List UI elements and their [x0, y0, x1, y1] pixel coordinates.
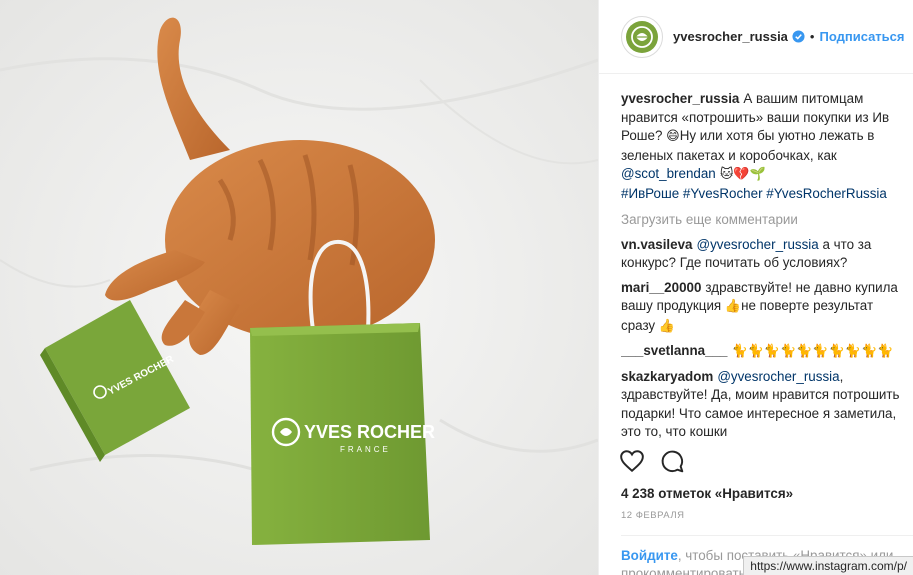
post-date[interactable]: 12 ФЕВРАЛЯ — [621, 510, 684, 521]
thumbs-up-emoji: 👍 — [724, 299, 742, 314]
post-side-panel: yvesrocher_russia • Подписаться yvesroch… — [598, 0, 913, 575]
shopping-bag: YVES ROCHER FRANCE — [250, 323, 435, 545]
caption-hashtags[interactable]: #ИвРоше #YvesRocher #YvesRocherRussia — [621, 186, 887, 201]
comments-list[interactable]: yvesrocher_russia А вашим питомцам нравит… — [621, 90, 903, 440]
heart-icon[interactable] — [619, 448, 645, 474]
header-username[interactable]: yvesrocher_russia — [673, 29, 788, 44]
bag-subbrand-text: FRANCE — [340, 445, 391, 454]
header-separator: • — [809, 29, 815, 44]
caption-emoji-1: 😄 — [666, 129, 680, 144]
list-item: mari__20000 здравствуйте! не давно купила… — [621, 279, 903, 337]
comment-bubble-icon[interactable] — [659, 448, 685, 474]
login-link[interactable]: Войдите — [621, 548, 678, 563]
verified-badge-icon — [792, 30, 805, 43]
thumbs-up-emoji: 👍 — [658, 318, 676, 334]
comment-mention[interactable]: @yvesrocher_russia — [717, 369, 839, 384]
status-bar-url: https://www.instagram.com/p/ — [743, 556, 913, 575]
comment-author[interactable]: skazkaryadom — [621, 369, 713, 384]
list-item: ___svetlanna___ 🐈🐈🐈🐈🐈🐈🐈🐈🐈🐈 — [621, 342, 903, 362]
comment-author[interactable]: vn.vasileva — [621, 237, 692, 252]
caption-author[interactable]: yvesrocher_russia — [621, 91, 739, 106]
comment-author[interactable]: mari__20000 — [621, 280, 701, 295]
avatar[interactable] — [621, 15, 663, 58]
list-item: skazkaryadom @yvesrocher_russia, здравств… — [621, 368, 903, 441]
comment-author[interactable]: ___svetlanna___ — [621, 343, 727, 358]
caption-mention[interactable]: @scot_brendan — [621, 166, 716, 181]
bag-brand-text: YVES ROCHER — [304, 422, 435, 442]
post-photo[interactable]: YVES ROCHER YVES ROCHER FRANCE — [0, 0, 598, 575]
comment-mention[interactable]: @yvesrocher_russia — [696, 237, 818, 252]
follow-button[interactable]: Подписаться — [819, 29, 904, 44]
list-item: vn.vasileva @yvesrocher_russia а что за к… — [621, 236, 903, 273]
yves-rocher-leaf-logo-icon — [626, 20, 658, 53]
likes-count[interactable]: 4 238 отметок «Нравится» — [621, 486, 793, 501]
caption: yvesrocher_russia А вашим питомцам нравит… — [621, 90, 903, 203]
post-header: yvesrocher_russia • Подписаться — [599, 0, 913, 74]
cat-with-shopping-bag-image: YVES ROCHER YVES ROCHER FRANCE — [0, 0, 598, 575]
post-actions — [619, 448, 685, 474]
divider — [621, 535, 913, 536]
load-more-comments-button[interactable]: Загрузить еще комментарии — [621, 211, 903, 230]
caption-emoji-2: 🐱💔🌱 — [715, 167, 766, 182]
cat-emoji-row: 🐈🐈🐈🐈🐈🐈🐈🐈🐈🐈 — [731, 344, 894, 359]
